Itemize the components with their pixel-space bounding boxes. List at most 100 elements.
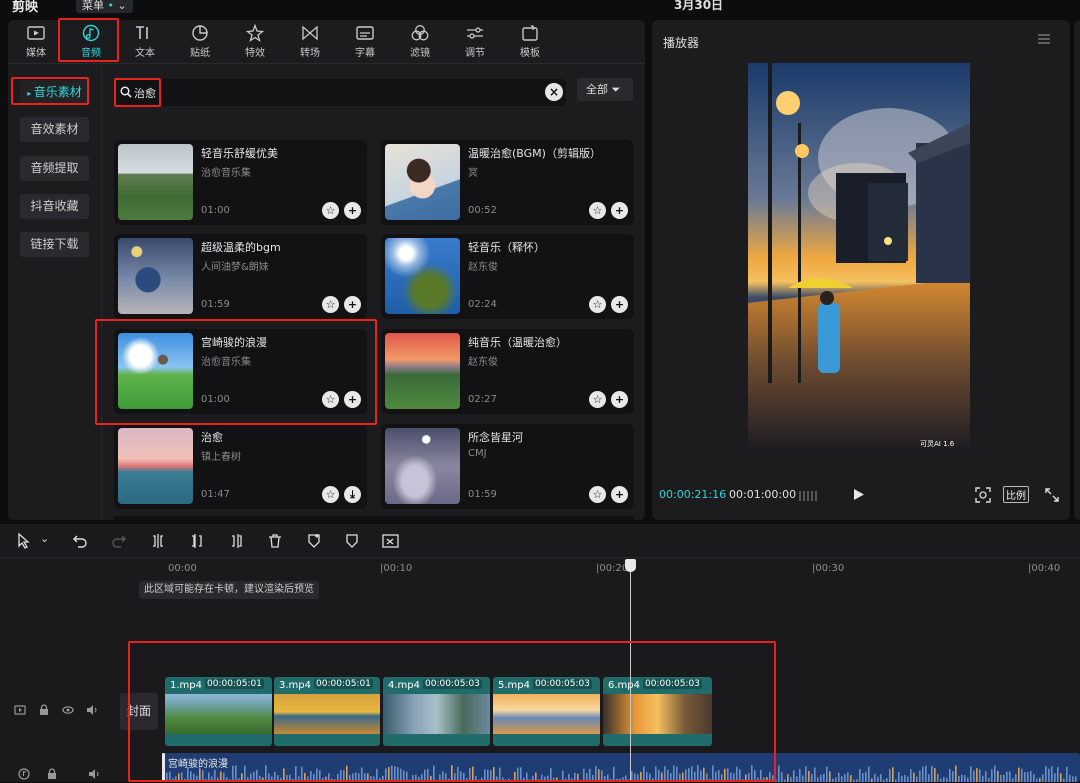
waveform-bar [979, 769, 981, 782]
filter-button[interactable]: 全部 ⏷ [577, 78, 633, 101]
redo-icon[interactable] [111, 533, 127, 549]
add-to-track-button[interactable]: + [344, 202, 361, 219]
tool-adjust[interactable]: 调节 [452, 24, 498, 60]
undo-icon[interactable] [72, 533, 88, 549]
waveform-bar [982, 775, 984, 782]
waveform-bar [1003, 774, 1005, 782]
add-to-track-button[interactable]: + [611, 296, 628, 313]
track-card[interactable]: 轻音乐舒缓优美 治愈音乐集 01:00 ☆ + [114, 140, 367, 225]
tool-filter[interactable]: 滤镜 [397, 24, 443, 60]
add-to-track-button[interactable]: + [611, 202, 628, 219]
playhead-handle[interactable] [625, 559, 636, 572]
tool-subtitle[interactable]: 字幕 [342, 24, 388, 60]
waveform-bar [970, 766, 972, 782]
tool-effects[interactable]: 特效 [232, 24, 278, 60]
waveform-bar [997, 770, 999, 782]
waveform-bar [1045, 766, 1047, 782]
favorite-star-icon[interactable]: ☆ [322, 202, 339, 219]
download-icon[interactable]: ⤓ [344, 486, 361, 503]
player-panel: 播放器 可灵AI 1.6 00:00:21:16 00:01:00:00 比例 [652, 20, 1070, 520]
add-to-track-button[interactable]: + [344, 296, 361, 313]
chevron-down-icon[interactable]: ⌄ [40, 532, 49, 545]
track-duration: 01:00 [201, 205, 230, 216]
track-card[interactable]: 轻音乐（释怀） 赵东俊 02:24 ☆ + [381, 234, 634, 319]
video-preview[interactable]: 可灵AI 1.6 [748, 63, 970, 454]
waveform-bar [808, 771, 810, 782]
fit-frame-icon[interactable] [975, 487, 991, 503]
track-artist: 人间油梦&朗妹 [201, 262, 269, 273]
category-link-download[interactable]: 链接下载 [20, 232, 89, 257]
waveform-bar [1000, 774, 1002, 782]
tool-sticker[interactable]: 贴纸 [177, 24, 223, 60]
chevron-down-icon: ⌄ [117, 0, 127, 12]
tool-template[interactable]: 模板 [507, 24, 553, 60]
waveform-toggle-icon[interactable] [798, 490, 818, 502]
waveform-bar [925, 765, 927, 782]
lock-icon[interactable] [38, 704, 50, 716]
play-icon[interactable] [853, 488, 865, 501]
waveform-bar [823, 773, 825, 782]
track-duration: 01:59 [201, 299, 230, 310]
favorite-star-icon[interactable]: ☆ [589, 486, 606, 503]
waveform-bar [793, 770, 795, 782]
waveform-bar [820, 774, 822, 782]
lock-icon[interactable] [46, 768, 58, 780]
favorite-star-icon[interactable]: ☆ [589, 391, 606, 408]
split-icon[interactable] [150, 533, 166, 549]
freeze-frame-icon[interactable] [382, 533, 399, 549]
time-ruler[interactable]: 00:00 |00:10 |00:20 |00:30 |00:40 [164, 558, 1080, 578]
mute-speaker-icon[interactable] [88, 768, 100, 780]
menu-button[interactable]: 菜单 • ⌄ [76, 0, 133, 13]
delete-icon[interactable] [267, 533, 283, 549]
add-to-track-button[interactable]: + [611, 391, 628, 408]
tool-label: 特效 [245, 48, 265, 59]
media-icon [27, 26, 45, 40]
search-input[interactable]: 治愈 × [114, 79, 566, 106]
waveform-bar [919, 770, 921, 782]
track-duration: 02:27 [468, 394, 497, 405]
track-card[interactable]: 纯音乐（温暖治愈） 赵东俊 02:27 ☆ + [381, 329, 634, 414]
marker-icon[interactable] [344, 533, 360, 549]
trim-left-icon[interactable] [189, 533, 205, 549]
fullscreen-icon[interactable] [1045, 488, 1059, 502]
waveform-bar [1021, 768, 1023, 782]
trim-right-icon[interactable] [228, 533, 244, 549]
category-douyin-favorites[interactable]: 抖音收藏 [20, 194, 89, 219]
visibility-eye-icon[interactable] [62, 704, 74, 716]
total-time: 00:01:00:00 [729, 488, 797, 501]
clear-search-icon[interactable]: × [545, 83, 563, 101]
track-card[interactable]: 治愈 镇上春树 01:47 ☆ ⤓ [114, 424, 367, 509]
mute-speaker-icon[interactable] [86, 704, 98, 716]
category-audio-extract[interactable]: 音频提取 [20, 156, 89, 181]
select-cursor-icon[interactable] [16, 533, 32, 549]
aspect-ratio-button[interactable]: 比例 [1003, 486, 1029, 503]
waveform-bar [1042, 774, 1044, 782]
shield-plus-icon[interactable] [306, 533, 322, 549]
tool-transition[interactable]: 转场 [287, 24, 333, 60]
waveform-bar [841, 776, 843, 782]
favorite-star-icon[interactable]: ☆ [322, 296, 339, 313]
add-to-track-button[interactable]: + [611, 486, 628, 503]
waveform-bar [961, 774, 963, 782]
waveform-bar [1030, 770, 1032, 782]
tick-label: |00:40 [1028, 563, 1061, 574]
category-sound-effects[interactable]: 音效素材 [20, 117, 89, 142]
track-thumbnail [385, 144, 460, 220]
favorite-star-icon[interactable]: ☆ [589, 202, 606, 219]
waveform-bar [946, 777, 948, 782]
favorite-star-icon[interactable]: ☆ [322, 486, 339, 503]
tool-media[interactable]: 媒体 [13, 24, 59, 60]
waveform-bar [778, 765, 780, 782]
track-card[interactable]: 超级温柔的bgm 人间油梦&朗妹 01:59 ☆ + [114, 234, 367, 319]
tool-label: 字幕 [355, 48, 375, 59]
audio-track-icon[interactable] [18, 768, 30, 780]
track-video-icon[interactable] [14, 704, 26, 716]
waveform-bar [880, 774, 882, 782]
favorite-star-icon[interactable]: ☆ [589, 296, 606, 313]
tool-text[interactable]: 文本 [122, 24, 168, 60]
track-card[interactable]: 所念皆星河 CMJ 01:59 ☆ + [381, 424, 634, 509]
hamburger-menu-icon[interactable] [1037, 33, 1051, 45]
tool-label: 文本 [135, 48, 155, 59]
adjust-icon [467, 27, 483, 39]
track-card[interactable]: 温暖治愈(BGM)（剪辑版） 冥 00:52 ☆ + [381, 140, 634, 225]
